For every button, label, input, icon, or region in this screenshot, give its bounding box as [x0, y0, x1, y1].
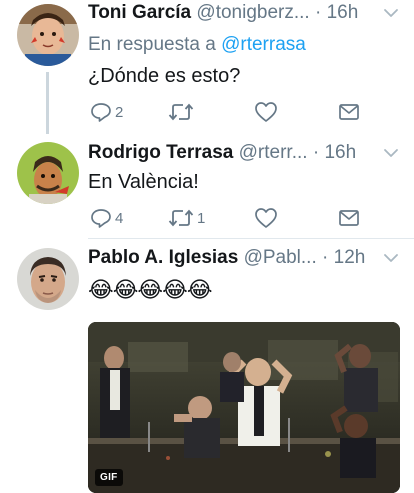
reply-button[interactable]: 2: [90, 99, 123, 125]
tweet-actions: 4 1: [88, 205, 368, 231]
reply-mention-link[interactable]: @rterrasa: [221, 34, 306, 55]
tweet-text: 😂😂😂😂😂: [88, 277, 213, 302]
gif-thumbnail-image: [88, 322, 400, 493]
heart-icon: [255, 208, 277, 228]
direct-message-button[interactable]: [338, 99, 360, 125]
reply-context: En respuesta a @rterrasa: [88, 32, 306, 58]
retweet-icon: [168, 209, 194, 227]
gif-badge: GIF: [95, 469, 123, 486]
retweet-button[interactable]: [168, 99, 197, 125]
chevron-down-icon[interactable]: [382, 247, 400, 269]
avatar[interactable]: [17, 142, 79, 204]
tweet-header: Toni García @tonigberz... · 16h: [88, 0, 404, 26]
reply-count: 4: [115, 209, 124, 227]
timestamp[interactable]: 16h: [324, 142, 356, 163]
avatar[interactable]: [17, 248, 79, 310]
heart-icon: [255, 102, 277, 122]
tweet-actions: 2: [88, 99, 368, 125]
separator: ·: [312, 142, 320, 163]
tweet-header: Rodrigo Terrasa @rterr... · 16h: [88, 140, 404, 166]
tweet-pablo-iglesias[interactable]: Pablo A. Iglesias @Pabl... · 12h 😂😂😂😂😂 G…: [0, 240, 414, 493]
user-name[interactable]: Rodrigo Terrasa: [88, 142, 233, 163]
tweet-text: En València!: [88, 171, 199, 193]
separator: ·: [322, 247, 329, 268]
envelope-icon: [339, 104, 359, 120]
reply-button[interactable]: 4: [90, 205, 123, 231]
avatar[interactable]: [17, 4, 79, 66]
envelope-icon: [339, 210, 359, 226]
user-handle[interactable]: @Pabl...: [244, 247, 317, 268]
reply-count: 2: [115, 103, 124, 121]
separator: ·: [314, 2, 322, 23]
tweet-text: ¿Dónde es esto?: [88, 65, 241, 87]
chevron-down-icon[interactable]: [382, 142, 400, 164]
user-name[interactable]: Pablo A. Iglesias: [88, 247, 238, 268]
like-button[interactable]: [254, 99, 281, 125]
reply-prefix: En respuesta a: [88, 34, 216, 55]
reply-icon: [91, 209, 111, 228]
tweet-divider: [88, 238, 414, 239]
retweet-button[interactable]: 1: [168, 205, 205, 231]
gif-media[interactable]: GIF: [88, 322, 400, 493]
tweet-header: Pablo A. Iglesias @Pabl... · 12h: [88, 245, 404, 271]
reply-icon: [91, 103, 111, 122]
tweet-rodrigo-terrasa[interactable]: Rodrigo Terrasa @rterr... · 16h En Valèn…: [0, 138, 414, 238]
retweet-icon: [168, 103, 194, 121]
timestamp[interactable]: 16h: [327, 2, 359, 23]
chevron-down-icon[interactable]: [382, 2, 400, 24]
like-button[interactable]: [254, 205, 281, 231]
tweet-toni-garcia[interactable]: Toni García @tonigberz... · 16h En respu…: [0, 0, 414, 138]
direct-message-button[interactable]: [338, 205, 360, 231]
user-handle[interactable]: @tonigberz...: [196, 2, 309, 23]
timestamp[interactable]: 12h: [334, 247, 366, 268]
retweet-count: 1: [197, 209, 206, 227]
user-handle[interactable]: @rterr...: [239, 142, 308, 163]
user-name[interactable]: Toni García: [88, 2, 191, 23]
